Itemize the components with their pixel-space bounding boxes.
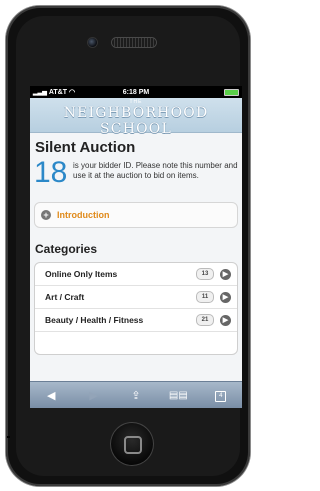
- carrier: ▂▃▅ AT&T ◠: [33, 88, 76, 97]
- site-header: THE NEIGHBORHOOD SCHOOL: [30, 98, 242, 137]
- status-bar: ▂▃▅ AT&T ◠ 6:18 PM: [30, 86, 242, 98]
- category-label: Art / Craft: [45, 292, 85, 302]
- category-item[interactable]: Online Only Items 13 ▶: [35, 263, 237, 286]
- signal-icon: ▂▃▅: [33, 89, 47, 96]
- phone-screen: ▂▃▅ AT&T ◠ 6:18 PM THE NEIGHBORHOOD SCHO…: [30, 86, 242, 408]
- count-badge: 13: [196, 268, 214, 280]
- frame-mark: [7, 436, 10, 438]
- count-badge: 11: [196, 291, 214, 303]
- category-item[interactable]: Beauty / Health / Fitness 21 ▶: [35, 309, 237, 332]
- categories-list: Online Only Items 13 ▶ Art / Craft 11 ▶ …: [34, 262, 238, 355]
- introduction-collapsible[interactable]: + Introduction: [34, 202, 238, 228]
- carrier-label: AT&T: [48, 88, 67, 96]
- bidder-info: 18 is your bidder ID. Please note this n…: [34, 158, 238, 188]
- plus-icon: +: [41, 210, 51, 220]
- front-camera: [88, 38, 97, 47]
- home-square-icon: [124, 436, 142, 454]
- bookmarks-icon[interactable]: ▤▤: [166, 390, 190, 401]
- bidder-description: is your bidder ID. Please note this numb…: [73, 161, 238, 180]
- tabs-icon[interactable]: 4: [209, 388, 233, 402]
- tabs-count: 4: [215, 391, 227, 402]
- category-label: Online Only Items: [45, 269, 118, 279]
- chevron-right-icon: ▶: [220, 291, 231, 303]
- battery-icon: [224, 88, 239, 96]
- chevron-right-icon: ▶: [220, 314, 231, 326]
- browser-toolbar: ◀ ▶ ⇪ ▤▤ 4: [30, 381, 242, 408]
- site-logo[interactable]: NEIGHBORHOOD SCHOOL: [30, 105, 242, 137]
- back-icon[interactable]: ◀: [39, 389, 63, 402]
- wifi-icon: ◠: [69, 89, 76, 96]
- introduction-label: Introduction: [57, 210, 110, 220]
- earpiece-speaker: [112, 38, 156, 47]
- categories-heading: Categories: [35, 242, 98, 256]
- forward-icon[interactable]: ▶: [82, 389, 106, 402]
- page-title: Silent Auction: [35, 139, 136, 156]
- category-item[interactable]: Art / Craft 11 ▶: [35, 286, 237, 309]
- bidder-id: 18: [34, 156, 68, 189]
- share-icon[interactable]: ⇪: [124, 389, 148, 402]
- home-button[interactable]: [110, 422, 154, 466]
- category-item-partial[interactable]: [35, 332, 237, 354]
- main-content: Silent Auction 18 is your bidder ID. Ple…: [30, 133, 242, 355]
- chevron-right-icon: ▶: [220, 268, 231, 280]
- category-label: Beauty / Health / Fitness: [45, 315, 144, 325]
- count-badge: 21: [196, 314, 214, 326]
